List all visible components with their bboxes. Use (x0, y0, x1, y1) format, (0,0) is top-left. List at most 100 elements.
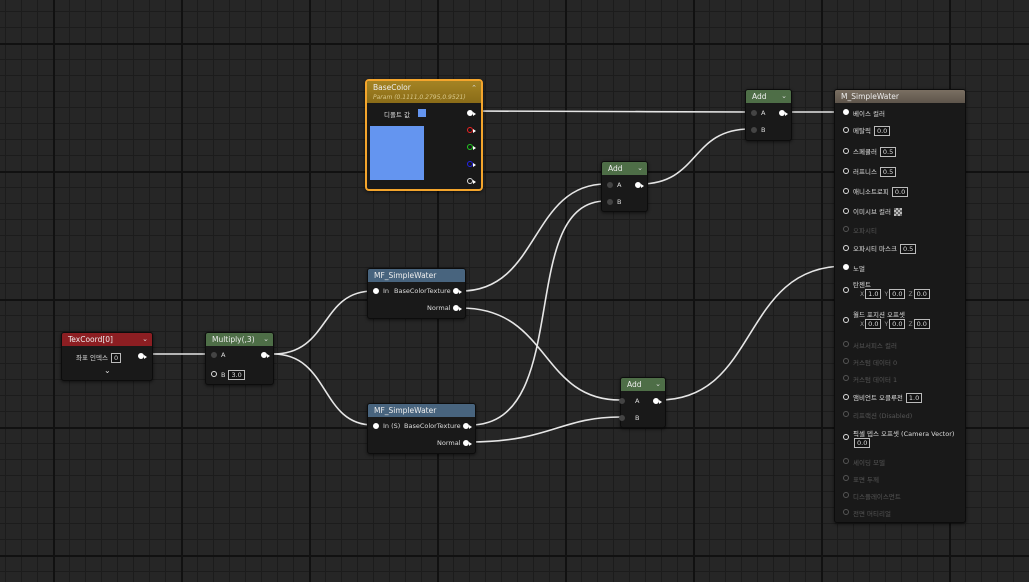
func2-node[interactable]: MF_SimpleWater In (S) BaseColorTexture N… (367, 403, 476, 454)
basecolor-header[interactable]: BaseColor Param (0.1111,0.2795,0.9521) ⌃ (367, 81, 481, 103)
displacement-pin[interactable] (843, 492, 849, 498)
multiply-output-pin[interactable] (261, 352, 270, 358)
wire-addmid-addtop-b (639, 128, 751, 185)
add-top-b-pin[interactable] (751, 127, 757, 133)
add-top-a-pin[interactable] (751, 110, 757, 116)
subsurface-pin[interactable] (843, 341, 849, 347)
func2-out1-pin[interactable] (463, 423, 472, 429)
emissive-pin[interactable] (843, 208, 849, 214)
specular-pin[interactable] (843, 148, 849, 154)
pdo-values: 0.0 (853, 438, 873, 448)
tangent-x-value[interactable]: 1.0 (865, 289, 882, 299)
wpo-pin[interactable] (843, 317, 849, 323)
surface-thickness-label: 표면 두께 (853, 476, 879, 484)
tangent-label: 탄젠트 (853, 281, 871, 289)
anisotropy-value[interactable]: 0.0 (891, 187, 909, 197)
default-color-swatch[interactable] (418, 109, 426, 117)
tangent-pin[interactable] (843, 287, 849, 293)
coord-index-value[interactable]: 0 (110, 353, 122, 363)
multiply-b-pin[interactable] (211, 371, 217, 377)
tangent-z-value[interactable]: 0.0 (913, 289, 930, 299)
add-bottom-node[interactable]: Add ⌄ A B (619, 377, 666, 428)
multiply-header[interactable]: Multiply(,3) ⌄ (206, 333, 273, 346)
add-mid-header[interactable]: Add ⌄ (602, 162, 647, 175)
add-mid-a-pin[interactable] (607, 182, 613, 188)
add-top-header[interactable]: Add ⌄ (746, 90, 791, 103)
chevron-up-icon[interactable]: ⌃ (471, 82, 477, 95)
expand-chevron-icon[interactable]: ⌄ (104, 366, 111, 375)
specular-value[interactable]: 0.5 (879, 147, 897, 157)
custom1-pin[interactable] (843, 375, 849, 381)
add-top-output-pin[interactable] (779, 110, 788, 116)
opacity-mask-value[interactable]: 0.5 (899, 244, 917, 254)
front-material-pin[interactable] (843, 509, 849, 515)
chevron-down-icon[interactable]: ⌄ (637, 162, 643, 175)
chevron-down-icon[interactable]: ⌄ (263, 333, 269, 346)
add-bottom-b-label: B (635, 414, 640, 422)
material-header[interactable]: M_SimpleWater (835, 90, 965, 103)
add-mid-b-pin[interactable] (607, 199, 613, 205)
func1-out1-label: BaseColorTexture (394, 287, 451, 295)
ao-pin[interactable] (843, 394, 849, 400)
roughness-pin[interactable] (843, 168, 849, 174)
material-node[interactable]: M_SimpleWater 베이스 컬러 메탈릭 0.0 스페큘러 0.5 러프니스… (834, 89, 966, 523)
func2-out1-label: BaseColorTexture (404, 422, 461, 430)
ao-value[interactable]: 1.0 (905, 393, 923, 403)
surface-thickness-pin[interactable] (843, 475, 849, 481)
texcoord-node[interactable]: TexCoord[0] ⌄ 좌표 인덱스 0 ⌄ (61, 332, 153, 381)
add-bottom-output-pin[interactable] (653, 398, 662, 404)
texcoord-output-pin[interactable] (138, 353, 147, 359)
opacity-pin[interactable] (843, 226, 849, 232)
emissive-checker-swatch[interactable] (893, 208, 902, 216)
basecolor-node[interactable]: BaseColor Param (0.1111,0.2795,0.9521) ⌃… (365, 79, 483, 191)
add-bottom-title: Add (627, 380, 642, 389)
chevron-down-icon[interactable]: ⌄ (655, 378, 661, 391)
func1-out1-pin[interactable] (453, 288, 462, 294)
opacity-mask-label: 오파시티 마스크 0.5 (853, 243, 917, 254)
metallic-pin[interactable] (843, 127, 849, 133)
basecolor-r-pin[interactable] (467, 127, 476, 133)
func1-in-pin[interactable] (373, 288, 379, 294)
add-mid-output-pin[interactable] (635, 182, 644, 188)
pdo-value[interactable]: 0.0 (854, 438, 871, 448)
func1-in-label: In (383, 287, 390, 295)
tangent-y-value[interactable]: 0.0 (889, 289, 906, 299)
func1-header[interactable]: MF_SimpleWater (368, 269, 465, 282)
shading-model-pin[interactable] (843, 458, 849, 464)
metallic-value[interactable]: 0.0 (873, 126, 891, 136)
chevron-down-icon[interactable]: ⌄ (142, 333, 148, 346)
wpo-y-value[interactable]: 0.0 (889, 319, 906, 329)
basecolor-g-pin[interactable] (467, 144, 476, 150)
basecolor-rgb-pin[interactable] (467, 110, 476, 116)
refraction-pin[interactable] (843, 411, 849, 417)
normal-pin[interactable] (843, 264, 849, 270)
opacity-mask-pin[interactable] (843, 245, 849, 251)
add-bottom-header[interactable]: Add ⌄ (621, 378, 665, 391)
roughness-value[interactable]: 0.5 (879, 167, 897, 177)
add-bottom-b-pin[interactable] (619, 415, 625, 421)
wpo-x-value[interactable]: 0.0 (865, 319, 882, 329)
func1-out2-pin[interactable] (453, 305, 462, 311)
base-color-pin[interactable] (843, 109, 849, 115)
add-top-node[interactable]: Add ⌄ A B (745, 89, 792, 141)
anisotropy-pin[interactable] (843, 188, 849, 194)
chevron-down-icon[interactable]: ⌄ (781, 90, 787, 103)
texcoord-header[interactable]: TexCoord[0] ⌄ (62, 333, 152, 346)
basecolor-b-pin[interactable] (467, 161, 476, 167)
func2-in-pin[interactable] (373, 423, 379, 429)
multiply-node[interactable]: Multiply(,3) ⌄ A B 3.0 (205, 332, 274, 385)
multiply-a-pin[interactable] (211, 352, 217, 358)
tangent-y-label: Y (884, 291, 889, 298)
add-bottom-a-pin[interactable] (619, 398, 625, 404)
basecolor-a-pin[interactable] (467, 178, 476, 184)
wpo-label: 월드 포지션 오프셋 (853, 311, 905, 319)
pdo-pin[interactable] (843, 434, 849, 440)
coord-index-label: 좌표 인덱스 0 (76, 352, 122, 363)
add-mid-node[interactable]: Add ⌄ A B (601, 161, 648, 212)
func2-header[interactable]: MF_SimpleWater (368, 404, 475, 417)
custom0-pin[interactable] (843, 358, 849, 364)
multiply-b-value[interactable]: 3.0 (228, 370, 245, 380)
wpo-z-value[interactable]: 0.0 (913, 319, 930, 329)
func1-node[interactable]: MF_SimpleWater In BaseColorTexture Norma… (367, 268, 466, 319)
func2-out2-pin[interactable] (463, 440, 472, 446)
